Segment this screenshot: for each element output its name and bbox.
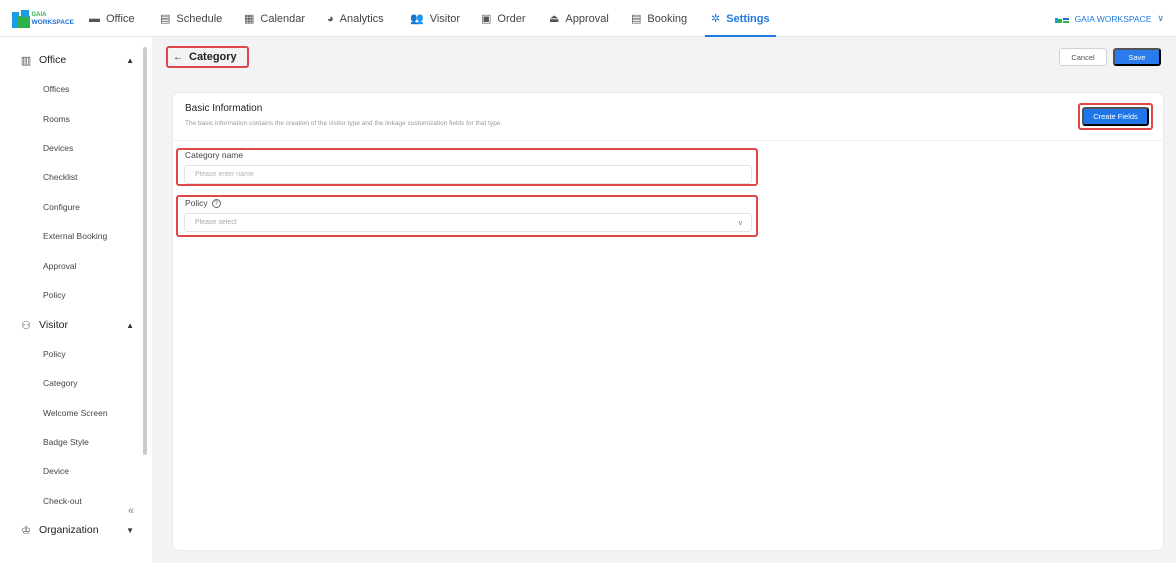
- nav-booking[interactable]: ▤ Booking: [631, 0, 687, 37]
- nav-order[interactable]: ▣ Order: [481, 0, 526, 37]
- caret-up-icon: ▲: [126, 55, 134, 65]
- chevron-down-icon: ∨: [1157, 13, 1164, 23]
- order-icon: ▣: [481, 13, 492, 25]
- schedule-icon: ▤: [160, 13, 171, 25]
- back-arrow-icon[interactable]: ←: [173, 52, 183, 63]
- sidebar-item-category[interactable]: Category: [43, 375, 78, 391]
- caret-down-icon: ▼: [126, 525, 134, 535]
- logo-text-line2: WORKSPACE: [31, 19, 75, 26]
- sidebar-item-checklist[interactable]: Checklist: [43, 169, 77, 185]
- organization-icon: ♔: [21, 524, 31, 537]
- collapse-sidebar-icon[interactable]: «: [128, 505, 134, 517]
- booking-icon: ▤: [631, 13, 642, 25]
- top-navigation: GAIA WORKSPACE ▬ Office ▤ Schedule ▦ Calend…: [0, 0, 1176, 37]
- workspace-logo-icon: [1054, 15, 1069, 23]
- nav-visitor[interactable]: 👥 Visitor: [410, 0, 460, 37]
- category-name-label: Category name *: [185, 149, 248, 160]
- nav-approval[interactable]: ⏏ Approval: [549, 0, 609, 37]
- sidebar-item-badge-style[interactable]: Badge Style: [43, 434, 89, 450]
- section-title: Basic Information: [185, 103, 263, 114]
- visitor-user-icon: ⚇: [21, 319, 31, 332]
- approval-icon: ⏏: [549, 13, 560, 25]
- section-description: The basic information contains the creat…: [185, 120, 503, 127]
- caret-up-icon: ▲: [126, 320, 134, 330]
- analytics-icon: ◕: [327, 12, 334, 25]
- sidebar-item-devices[interactable]: Devices: [43, 140, 73, 156]
- cancel-button[interactable]: Cancel: [1059, 48, 1107, 66]
- sidebar-item-offices[interactable]: Offices: [43, 81, 69, 97]
- nav-office[interactable]: ▬ Office: [89, 0, 135, 37]
- nav-calendar[interactable]: ▦ Calendar: [244, 0, 305, 37]
- building-icon: ▥: [20, 54, 32, 67]
- sidebar-item-check-out[interactable]: Check-out: [43, 493, 82, 509]
- sidebar-item-device[interactable]: Device: [43, 463, 69, 479]
- page-title: Category: [189, 51, 237, 63]
- sidebar-item-external-booking[interactable]: External Booking: [43, 228, 107, 244]
- nav-schedule[interactable]: ▤ Schedule: [160, 0, 222, 37]
- calendar-icon: ▦: [244, 13, 255, 25]
- settings-icon: ✲: [711, 13, 721, 25]
- chevron-down-icon: ∨: [737, 219, 743, 227]
- create-fields-button[interactable]: Create Fields: [1082, 107, 1149, 126]
- office-icon: ▬: [89, 12, 100, 25]
- policy-label: Policy ?: [185, 198, 221, 208]
- section-divider: [172, 140, 1164, 141]
- nav-settings[interactable]: ✲ Settings: [705, 0, 776, 37]
- sidebar: [0, 37, 152, 563]
- sidebar-item-configure[interactable]: Configure: [43, 199, 80, 215]
- sidebar-group-organization[interactable]: ♔ Organization ▼: [19, 520, 134, 540]
- sidebar-scrollbar[interactable]: [143, 47, 147, 455]
- policy-placeholder: Please select: [195, 219, 237, 226]
- sidebar-group-visitor[interactable]: ⚇ Visitor ▲: [19, 315, 134, 335]
- gaia-logo[interactable]: GAIA WORKSPACE: [12, 9, 74, 29]
- workspace-switcher[interactable]: GAIA WORKSPACE ∨: [1054, 0, 1164, 37]
- sidebar-item-welcome-screen[interactable]: Welcome Screen: [43, 405, 108, 421]
- logo-text-line1: GAIA: [31, 12, 47, 18]
- sidebar-item-rooms[interactable]: Rooms: [43, 111, 70, 127]
- help-icon[interactable]: ?: [211, 198, 221, 208]
- nav-analytics[interactable]: ◕ Analytics: [327, 0, 384, 37]
- back-to-list-header[interactable]: ← Category: [166, 46, 249, 68]
- workspace-name: GAIA WORKSPACE: [1074, 13, 1152, 24]
- visitor-icon: 👥: [410, 13, 424, 25]
- sidebar-item-office-policy[interactable]: Policy: [43, 287, 66, 303]
- sidebar-group-office[interactable]: ▥ Office ▲: [19, 50, 134, 70]
- sidebar-item-approval[interactable]: Approval: [43, 258, 77, 274]
- sidebar-item-visitor-policy[interactable]: Policy: [43, 346, 66, 362]
- logo-mark-icon: [12, 10, 30, 28]
- required-mark: *: [245, 149, 248, 155]
- policy-select[interactable]: Please select ∨: [184, 213, 752, 232]
- category-name-input[interactable]: [184, 165, 752, 184]
- save-button[interactable]: Save: [1113, 48, 1161, 66]
